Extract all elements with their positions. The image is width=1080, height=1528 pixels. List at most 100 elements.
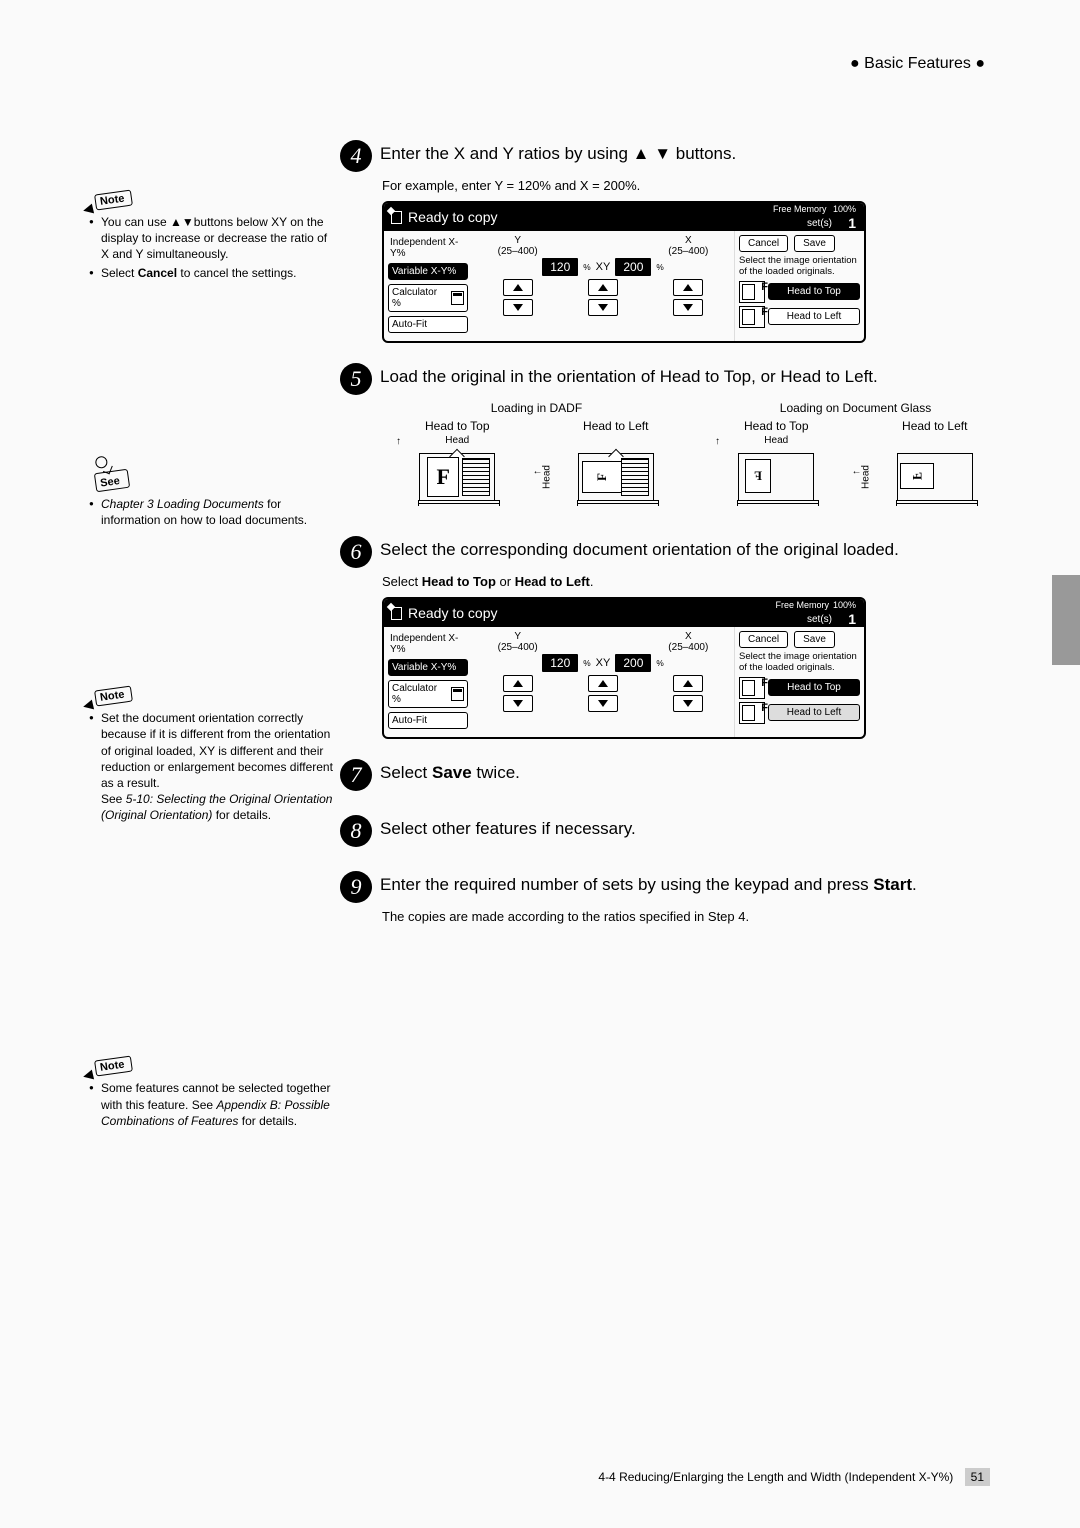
triangle-up-icon (598, 284, 608, 291)
step-number: 7 (340, 759, 372, 791)
step-subtext: Select Head to Top or Head to Left. (382, 574, 1010, 589)
x-down-button[interactable] (673, 299, 703, 316)
text: Calculator % (392, 287, 448, 309)
step-text: Select other features if necessary. (380, 815, 636, 841)
save-button[interactable]: Save (794, 631, 835, 648)
sets-label: set(s) (807, 218, 832, 229)
content-columns: Note You can use ▲▼buttons below XY on t… (85, 140, 1010, 1139)
xy-down-button[interactable] (588, 299, 618, 316)
head-to-left-button[interactable]: Head to Left (768, 704, 860, 721)
step-6: 6 Select the corresponding document orie… (340, 536, 1010, 568)
triangle-down-icon (513, 304, 523, 311)
subtitle: Head to Top (701, 419, 852, 433)
head-to-left-icon (739, 702, 765, 724)
head-label: Head (860, 465, 871, 489)
note-item: Some features cannot be selected togethe… (89, 1080, 335, 1129)
xy-up-button[interactable] (588, 279, 618, 296)
see-item: Chapter 3 Loading Documents for informat… (89, 496, 335, 528)
xy-down-button[interactable] (588, 695, 618, 712)
panel-right-column: Cancel Save Select the image orientation… (734, 627, 864, 737)
head-to-left-button[interactable]: Head to Left (768, 308, 860, 325)
subtitle: Head to Left (860, 419, 1011, 433)
cancel-button[interactable]: Cancel (739, 631, 788, 648)
bullet-icon: ● (850, 55, 860, 72)
step-number: 4 (340, 140, 372, 172)
note-item: You can use ▲▼buttons below XY on the di… (89, 214, 335, 263)
ready-label: Ready to copy (408, 209, 498, 225)
step-number: 9 (340, 871, 372, 903)
step-text: Select the corresponding document orient… (380, 536, 899, 562)
y-down-button[interactable] (503, 299, 533, 316)
panel-left-column: Independent X-Y% Variable X-Y% Calculato… (384, 231, 472, 341)
step-number: 6 (340, 536, 372, 568)
panel-left-column: Independent X-Y% Variable X-Y% Calculato… (384, 627, 472, 737)
save-button[interactable]: Save (794, 235, 835, 252)
auto-fit-button[interactable]: Auto-Fit (388, 316, 468, 333)
header-text: Basic Features (864, 55, 971, 72)
panel-title-bar: Ready to copy Free Memory100% set(s) 1 (384, 599, 864, 627)
footer-text: 4-4 Reducing/Enlarging the Length and Wi… (598, 1470, 953, 1484)
head-label: Head (541, 465, 552, 489)
triangle-up-icon (683, 284, 693, 291)
text: for details. (238, 1114, 297, 1128)
page: ● Basic Features ● Note You can use ▲▼bu… (0, 0, 1080, 1528)
x-label: X(25–400) (646, 235, 731, 257)
text: You can use (101, 215, 170, 229)
sets-num: 1 (848, 611, 856, 627)
ready-icon (390, 210, 404, 224)
y-value: 120 (542, 258, 578, 276)
see-flag-icon: See (94, 469, 130, 492)
text: 100% (833, 204, 856, 214)
step-subtext: For example, enter Y = 120% and X = 200%… (382, 178, 1010, 193)
step-8: 8 Select other features if necessary. (340, 815, 1010, 847)
panel-mid-column: Y(25–400) X(25–400) 120 % XY 200 % (472, 627, 734, 737)
step-7: 7 Select Save twice. (340, 759, 1010, 791)
x-up-button[interactable] (673, 675, 703, 692)
cancel-button[interactable]: Cancel (739, 235, 788, 252)
x-value: 200 (615, 654, 651, 672)
text: to cancel the settings. (177, 266, 296, 280)
triangle-up-icon (513, 284, 523, 291)
page-number: 51 (965, 1468, 990, 1486)
panel-title-bar: Ready to copy Free Memory 100% set(s) 1 (384, 203, 864, 231)
head-to-top-icon (739, 281, 765, 303)
panel-body: Independent X-Y% Variable X-Y% Calculato… (384, 231, 864, 341)
head-to-top-button[interactable]: Head to Top (768, 679, 860, 696)
y-down-button[interactable] (503, 695, 533, 712)
subtitle: Head to Top (382, 419, 533, 433)
mode-label: Independent X-Y% (388, 631, 468, 657)
step-5: 5 Load the original in the orientation o… (340, 363, 1010, 395)
head-to-top-icon (739, 677, 765, 699)
text: Select (101, 266, 138, 280)
calculator-button[interactable]: Calculator % (388, 284, 468, 312)
variable-xy-button[interactable]: Variable X-Y% (388, 263, 468, 280)
head-to-top-button[interactable]: Head to Top (768, 283, 860, 300)
text: Set the document orientation correctly b… (101, 711, 333, 790)
x-down-button[interactable] (673, 695, 703, 712)
triangle-down-icon (683, 304, 693, 311)
sets-num: 1 (848, 215, 856, 231)
xy-label: XY (596, 261, 611, 273)
note-item: Set the document orientation correctly b… (89, 710, 335, 823)
y-up-button[interactable] (503, 279, 533, 296)
x-up-button[interactable] (673, 279, 703, 296)
header-section: ● Basic Features ● (850, 55, 985, 73)
panel-right-column: Cancel Save Select the image orientation… (734, 231, 864, 341)
auto-fit-button[interactable]: Auto-Fit (388, 712, 468, 729)
title: Loading in DADF (382, 401, 691, 415)
x-value: 200 (615, 258, 651, 276)
bullet-icon: ● (975, 55, 985, 72)
step-text: Enter the required number of sets by usi… (380, 871, 917, 897)
y-up-button[interactable] (503, 675, 533, 692)
xy-up-button[interactable] (588, 675, 618, 692)
step-text: Enter the X and Y ratios by using ▲ ▼ bu… (380, 140, 736, 166)
free-memory: Free Memory 100% (773, 204, 856, 214)
calculator-button[interactable]: Calculator % (388, 680, 468, 708)
orientation-msg: Select the image orientation of the load… (739, 651, 860, 674)
step-9: 9 Enter the required number of sets by u… (340, 871, 1010, 903)
text: Free Memory (773, 204, 827, 214)
variable-xy-button[interactable]: Variable X-Y% (388, 659, 468, 676)
y-label: Y(25–400) (475, 235, 560, 257)
step-text: Select Save twice. (380, 759, 520, 785)
step-subtext: The copies are made according to the rat… (382, 909, 1010, 924)
